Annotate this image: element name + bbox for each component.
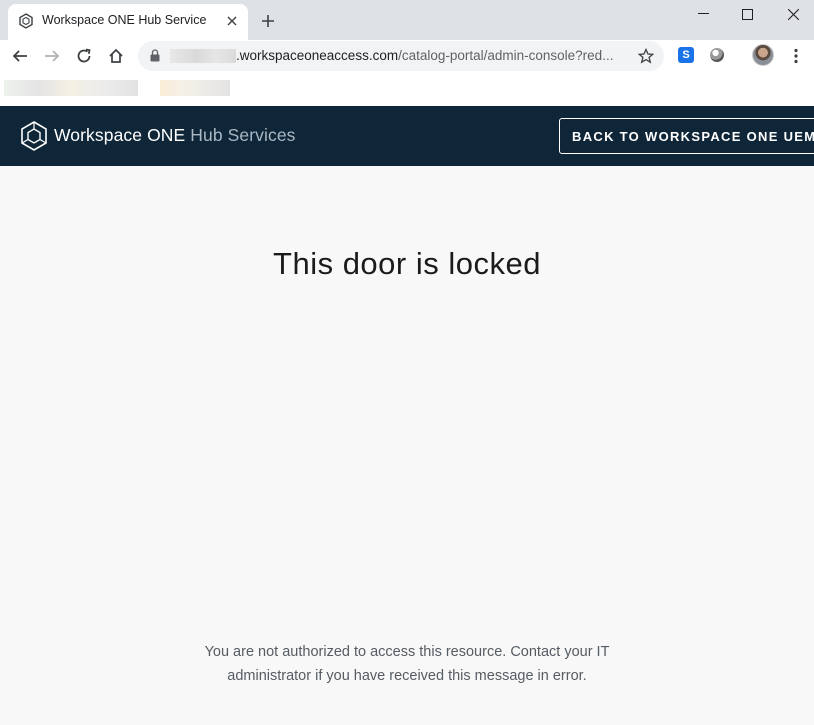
- profile-avatar[interactable]: [752, 44, 774, 66]
- reload-icon: [77, 48, 91, 63]
- close-icon[interactable]: [222, 11, 242, 31]
- error-message: You are not authorized to access this re…: [204, 644, 610, 684]
- app-brand-title: Workspace ONE Hub Services: [54, 125, 296, 146]
- workspace-one-favicon-icon: [19, 13, 33, 29]
- address-bar[interactable]: .workspaceoneaccess.com/catalog-portal/a…: [138, 41, 664, 71]
- home-icon: [109, 48, 123, 63]
- minimize-icon: [697, 13, 709, 14]
- arrow-left-icon: [12, 50, 27, 62]
- redacted-bookmark[interactable]: [160, 80, 230, 96]
- new-tab-button[interactable]: [256, 9, 280, 33]
- browser-tabstrip: Workspace ONE Hub Service: [0, 0, 814, 40]
- extension-s-icon[interactable]: S: [678, 47, 694, 63]
- brand-sub: Hub Services: [190, 125, 296, 145]
- back-to-uem-button[interactable]: BACK TO WORKSPACE ONE UEM: [559, 118, 814, 154]
- window-close-button[interactable]: [770, 0, 814, 28]
- browser-menu-button[interactable]: [786, 45, 806, 67]
- redacted-bookmark[interactable]: [4, 80, 138, 96]
- close-icon: [787, 8, 799, 20]
- back-nav-button[interactable]: [7, 43, 33, 69]
- bookmark-star-button[interactable]: [636, 46, 656, 66]
- redacted-url-prefix: [170, 49, 236, 63]
- url-text: .workspaceoneaccess.com/catalog-portal/a…: [236, 48, 613, 63]
- bookmarks-bar: [0, 72, 814, 106]
- minimize-button[interactable]: [680, 0, 726, 28]
- url-domain: .workspaceoneaccess.com: [236, 48, 399, 63]
- arrow-right-icon: [45, 50, 60, 62]
- app-header: Workspace ONE Hub Services BACK TO WORKS…: [0, 106, 814, 166]
- main-content: This door is locked You are not authoriz…: [0, 166, 814, 725]
- page-title: This door is locked: [273, 246, 541, 281]
- home-button[interactable]: [103, 43, 129, 69]
- reload-button[interactable]: [71, 43, 97, 69]
- browser-toolbar: .workspaceoneaccess.com/catalog-portal/a…: [0, 40, 814, 72]
- plus-icon: [262, 15, 274, 27]
- star-icon: [638, 48, 654, 64]
- forward-nav-button[interactable]: [39, 43, 65, 69]
- url-path: /catalog-portal/admin-console?red...: [398, 48, 614, 63]
- browser-tab[interactable]: Workspace ONE Hub Service: [8, 4, 248, 40]
- tab-title: Workspace ONE Hub Service: [42, 13, 207, 27]
- workspace-one-logo-icon: [21, 121, 47, 151]
- extension-circle-icon[interactable]: [710, 48, 724, 62]
- lock-icon: [150, 49, 160, 62]
- brand-main: Workspace ONE: [54, 125, 186, 145]
- maximize-icon: [741, 8, 753, 20]
- maximize-button[interactable]: [724, 0, 770, 28]
- kebab-menu-icon: [794, 48, 798, 64]
